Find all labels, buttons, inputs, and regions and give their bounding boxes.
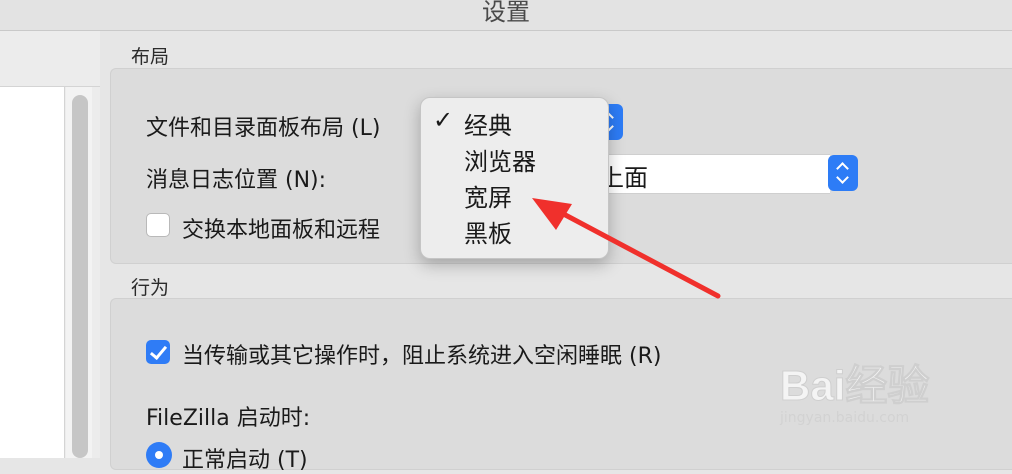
annotation-arrow-icon (532, 198, 721, 299)
